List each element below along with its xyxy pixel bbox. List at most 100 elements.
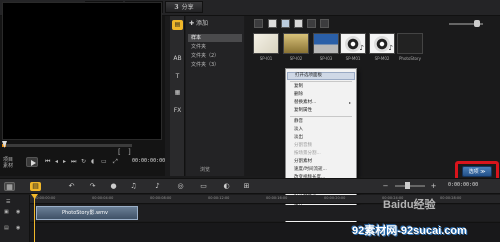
music-note-icon: ♪: [388, 44, 393, 52]
zoom-in-icon[interactable]: +: [428, 182, 439, 191]
sound-mixer-icon[interactable]: ♫: [128, 182, 139, 191]
repeat-icon[interactable]: ↻: [81, 158, 86, 165]
thumb-view-icon[interactable]: [320, 19, 329, 28]
scrub-bar[interactable]: [2, 144, 132, 147]
mark-in-button[interactable]: [: [118, 148, 121, 156]
show-video-icon[interactable]: [268, 19, 277, 28]
list-view-icon[interactable]: [307, 19, 316, 28]
ctx-replace[interactable]: 替换素材...: [294, 100, 316, 106]
track-visibility-icon[interactable]: ◉: [16, 225, 20, 231]
show-audio-icon[interactable]: [294, 19, 303, 28]
track-manager-icon[interactable]: ☰: [6, 199, 10, 205]
play-button[interactable]: [26, 157, 38, 167]
thumb-caption: SP-I03: [319, 56, 333, 61]
folder-panel: ✚ 添加 样本 文件夹 文件夹（2） 文件夹（3）: [186, 16, 244, 176]
graphic-tab-icon[interactable]: ▦: [172, 88, 183, 98]
ctx-split-audio[interactable]: 分割音频: [294, 143, 312, 149]
ruler-tick: 00:00:20:00: [324, 196, 346, 200]
show-photo-icon[interactable]: [281, 19, 290, 28]
prev-frame-icon[interactable]: ◂: [55, 158, 58, 165]
ctx-open-options[interactable]: 打开选项面板: [287, 72, 355, 80]
library-thumb[interactable]: ♪: [340, 33, 366, 54]
ctx-mute[interactable]: 静音: [294, 119, 303, 125]
overlay-track-icon[interactable]: ▤: [4, 225, 9, 231]
redo-icon[interactable]: ↷: [87, 182, 98, 191]
library-thumb[interactable]: [313, 33, 339, 54]
ctx-speed[interactable]: 速度/时间流逝...: [294, 167, 327, 173]
thumb-caption: SP-I01: [259, 56, 273, 61]
ctx-copy-attributes[interactable]: 复制属性: [294, 108, 312, 114]
ruler-tick: 00:00:00:00: [34, 196, 56, 200]
transition-tab-icon[interactable]: AB: [172, 54, 183, 64]
next-frame-icon[interactable]: ▸: [63, 158, 66, 165]
baidu-watermark: Baidu经验: [383, 199, 436, 211]
video-track-icon[interactable]: ▣: [4, 209, 9, 215]
import-folder-icon[interactable]: [254, 19, 263, 28]
menu-separator: [290, 116, 352, 117]
clip-label: PhotoStory影.wmv: [62, 210, 108, 216]
undo-icon[interactable]: ↶: [66, 182, 77, 191]
ctx-split-by-scene[interactable]: 按场景分割...: [294, 151, 321, 157]
playback-mode: 项目 素材: [3, 157, 13, 169]
volume-icon[interactable]: ◖: [91, 158, 94, 165]
track-visibility-icon[interactable]: ◉: [16, 209, 20, 215]
music-note-icon: ♪: [359, 44, 364, 52]
ruler-tick: 00:00:04:00: [92, 196, 114, 200]
track-headers: ☰ ▣ ◉ ▤ ◉: [0, 195, 30, 242]
site-watermark: 92素材网-92sucai.com: [352, 225, 467, 237]
media-tab-icon[interactable]: ▤: [172, 20, 183, 30]
preview-timecode[interactable]: 00:00:00:00: [132, 158, 165, 164]
folder-item[interactable]: 样本: [188, 34, 242, 42]
zoom-out-icon[interactable]: −: [380, 182, 391, 191]
enlarge-icon[interactable]: ⤢: [113, 158, 118, 166]
library-sidebar: ▤ AB T ▦ FX: [170, 16, 185, 176]
hd-preview-icon[interactable]: ▭: [101, 158, 107, 165]
filter-tab-icon[interactable]: FX: [172, 106, 183, 116]
auto-music-icon[interactable]: ♪: [152, 182, 163, 191]
browse-button[interactable]: 浏览: [200, 166, 210, 173]
thumb-caption: SP-I02: [289, 56, 303, 61]
ruler-tick: 00:00:16:00: [266, 196, 288, 200]
submenu-arrow-icon: ▸: [349, 100, 352, 105]
motion-track-icon[interactable]: ◎: [175, 182, 186, 191]
ctx-copy[interactable]: 复制: [294, 84, 303, 90]
timeline-zoom-slider[interactable]: [395, 185, 425, 187]
subtitle-editor-icon[interactable]: ▭: [198, 182, 209, 191]
thumb-caption: SP-M02: [374, 56, 390, 61]
step-share-tab[interactable]: 3 分享: [165, 1, 203, 13]
record-capture-icon[interactable]: ●: [108, 182, 119, 191]
add-folder-button[interactable]: ✚ 添加: [189, 18, 208, 27]
timeline-zoom-knob[interactable]: [405, 182, 410, 189]
timeline-timecode[interactable]: 0:00:00:00: [448, 182, 478, 188]
folder-item[interactable]: 文件夹（3）: [188, 61, 242, 69]
mask-icon[interactable]: ◐: [221, 182, 232, 191]
thumbnail-size-knob[interactable]: [474, 20, 480, 27]
go-start-icon[interactable]: ⏮: [45, 158, 50, 166]
plus-icon: ✚: [189, 20, 196, 27]
library-thumb[interactable]: [253, 33, 279, 54]
folder-item[interactable]: 文件夹（2）: [188, 52, 242, 60]
timeline-view-icon[interactable]: ▤: [30, 182, 41, 191]
folder-item[interactable]: 文件夹: [188, 43, 242, 51]
ctx-delete[interactable]: 删除: [294, 92, 303, 98]
library-thumb[interactable]: [397, 33, 423, 54]
timeline-toolbar: ▦ ▤ ↶ ↷ ● ♫ ♪ ◎ ▭ ◐ ⊞ − +: [0, 178, 500, 194]
mark-out-button[interactable]: ]: [128, 148, 131, 156]
title-tab-icon[interactable]: T: [172, 72, 183, 82]
go-end-icon[interactable]: ⏭: [71, 158, 76, 166]
ruler-tick: 00:00:08:00: [150, 196, 172, 200]
library-thumb[interactable]: [283, 33, 309, 54]
ctx-split-clip[interactable]: 分割素材: [294, 159, 312, 165]
playhead-line: [34, 195, 35, 242]
preview-viewport: [2, 2, 162, 140]
ctx-fade-in[interactable]: 淡入: [294, 127, 303, 133]
mode-clip[interactable]: 素材: [3, 163, 13, 169]
split-screen-icon[interactable]: ⊞: [241, 182, 252, 191]
library-thumb[interactable]: ♪: [369, 33, 395, 54]
menu-separator: [290, 81, 352, 82]
ruler-tick: 00:00:12:00: [208, 196, 230, 200]
thumb-caption: PhotoStory: [399, 56, 421, 61]
storyboard-view-icon[interactable]: ▦: [4, 182, 15, 191]
ctx-fade-out[interactable]: 淡出: [294, 135, 303, 141]
thumb-caption: SP-M01: [345, 56, 361, 61]
